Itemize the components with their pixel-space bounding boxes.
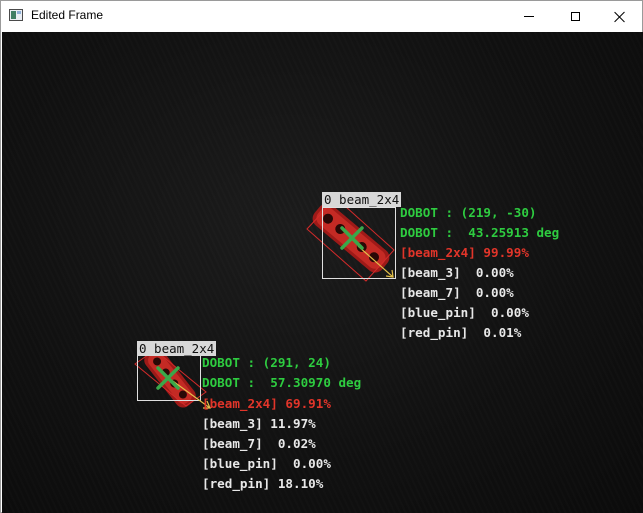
detection-tag-2: 0 beam_2x4 xyxy=(137,341,217,356)
class-score-1: [red_pin] 0.01% xyxy=(400,325,522,340)
title-bar[interactable]: Edited Frame xyxy=(1,1,642,32)
camera-frame: 0 beam_2x4 DOBOT : (219, -30) DOBOT : 43… xyxy=(2,32,643,513)
class-score-1: [beam_7] 0.00% xyxy=(400,285,514,300)
dobot-angle-1: DOBOT : 43.25913 deg xyxy=(400,225,560,240)
minimize-button[interactable] xyxy=(506,1,552,32)
class-score-2: [beam_3] 11.97% xyxy=(202,416,316,431)
maximize-icon xyxy=(570,12,580,21)
dobot-coordinates-1: DOBOT : (219, -30) xyxy=(400,205,537,220)
class-score-top-1: [beam_2x4] 99.99% xyxy=(400,245,529,260)
edited-frame-window: Edited Frame 0 beam_2x4 DOBOT: (219, -3… xyxy=(0,0,643,513)
class-score-2: [red_pin] 18.10% xyxy=(202,476,324,491)
dobot-coordinates-2: DOBOT : (291, 24) xyxy=(202,355,331,370)
dobot-angle-2: DOBOT : 57.30970 deg xyxy=(202,375,362,390)
class-score-top-2: [beam_2x4] 69.91% xyxy=(202,396,331,411)
detection-tag-1: 0 beam_2x4 xyxy=(322,192,402,207)
class-score-1: [beam_3] 0.00% xyxy=(400,265,514,280)
class-score-2: [beam_7] 0.02% xyxy=(202,436,316,451)
close-button[interactable] xyxy=(597,1,643,32)
minimize-icon xyxy=(524,16,534,17)
close-icon xyxy=(614,11,626,23)
detection-overlay xyxy=(134,197,396,409)
maximize-button[interactable] xyxy=(552,1,598,32)
class-score-2: [blue_pin] 0.00% xyxy=(202,456,331,471)
window-title: Edited Frame xyxy=(31,8,104,22)
class-score-1: [blue_pin] 0.00% xyxy=(400,305,529,320)
app-window-icon xyxy=(9,9,23,21)
